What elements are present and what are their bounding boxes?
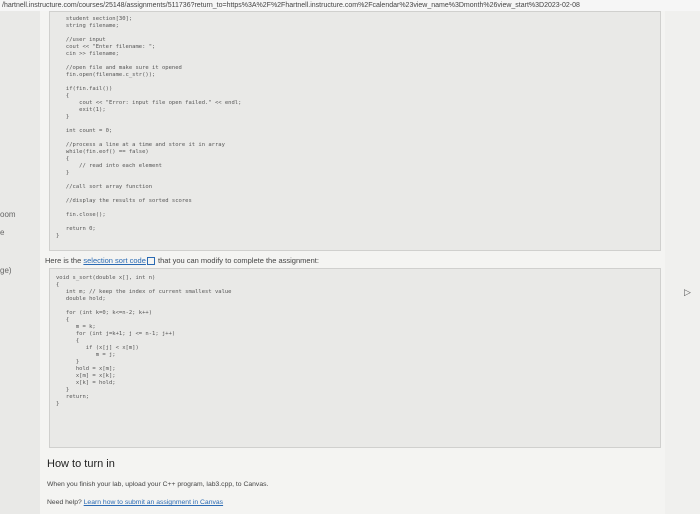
code-line: int count = 0; [56,128,113,134]
code-line: x[m] = x[k]; [56,373,116,379]
code-line: if (x[j] < x[m]) [56,345,139,351]
nav-item-fragment[interactable]: e [0,228,4,237]
code-line: x[k] = hold; [56,380,116,386]
code-line: // read into each element [56,163,162,169]
external-link-icon [146,257,155,266]
nav-item-fragment[interactable]: ge) [0,266,12,275]
code-line: fin.open(filename.c_str()); [56,72,156,78]
code-line: return 0; [56,226,96,232]
code-line: //display the results of sorted scores [56,198,192,204]
code-line: { [56,93,70,99]
code-line: } [56,114,70,120]
help-line: Need help? Learn how to submit an assign… [47,499,224,506]
code-line: } [56,401,60,407]
code-line: { [56,338,80,344]
code-line: { [56,156,70,162]
code-line: } [56,387,70,393]
code-line: { [56,282,60,288]
mouse-cursor-icon: ▷ [684,287,691,297]
course-navigation: oom e ge) [0,11,40,514]
code-line: fin.close(); [56,212,106,218]
code-line: if(fin.fail()) [56,86,113,92]
code-line: student section[30]; [56,16,133,22]
selection-sort-code-link[interactable]: selection sort code [83,256,146,265]
browser-url[interactable]: /hartnell.instructure.com/courses/25148/… [0,0,700,11]
turn-in-instruction: When you finish your lab, upload your C+… [47,481,269,488]
code-line: for (int j=k+1; j <= n-1; j++) [56,331,176,337]
code-line: double hold; [56,296,106,302]
code-line: //open file and make sure it opened [56,65,182,71]
code-line: hold = x[m]; [56,366,116,372]
code-line: while(fin.eof() == false) [56,149,149,155]
nav-item-fragment[interactable]: oom [0,210,16,219]
how-to-turn-in-heading: How to turn in [47,458,115,470]
code-line: m = j; [56,352,116,358]
code-line: { [56,317,70,323]
code-line: for (int k=0; k<=n-2; k++) [56,310,153,316]
code-line: void s_sort(double x[], int n) [56,275,156,281]
code-line: } [56,233,60,239]
code-line: cout << "Enter filename: "; [56,44,156,50]
code-line: m = k; [56,324,96,330]
code-line: } [56,359,80,365]
sort-code-intro: Here is the selection sort code that you… [45,256,319,266]
code-line: //user input [56,37,106,43]
code-line: //call sort array function [56,184,153,190]
right-margin [665,11,700,514]
code-line: //process a line at a time and store it … [56,142,225,148]
code-block-sort: void s_sort(double x[], int n){ int m; /… [49,268,661,448]
code-block-main: student section[30]; string filename; //… [49,11,661,251]
code-line: cout << "Error: input file open failed."… [56,100,242,106]
code-line: string filename; [56,23,119,29]
submit-help-link[interactable]: Learn how to submit an assignment in Can… [84,499,223,506]
code-line: } [56,170,70,176]
code-line: cin >> filename; [56,51,119,57]
code-line: exit(1); [56,107,106,113]
code-line: int m; // keep the index of current smal… [56,289,232,295]
code-line: return; [56,394,90,400]
